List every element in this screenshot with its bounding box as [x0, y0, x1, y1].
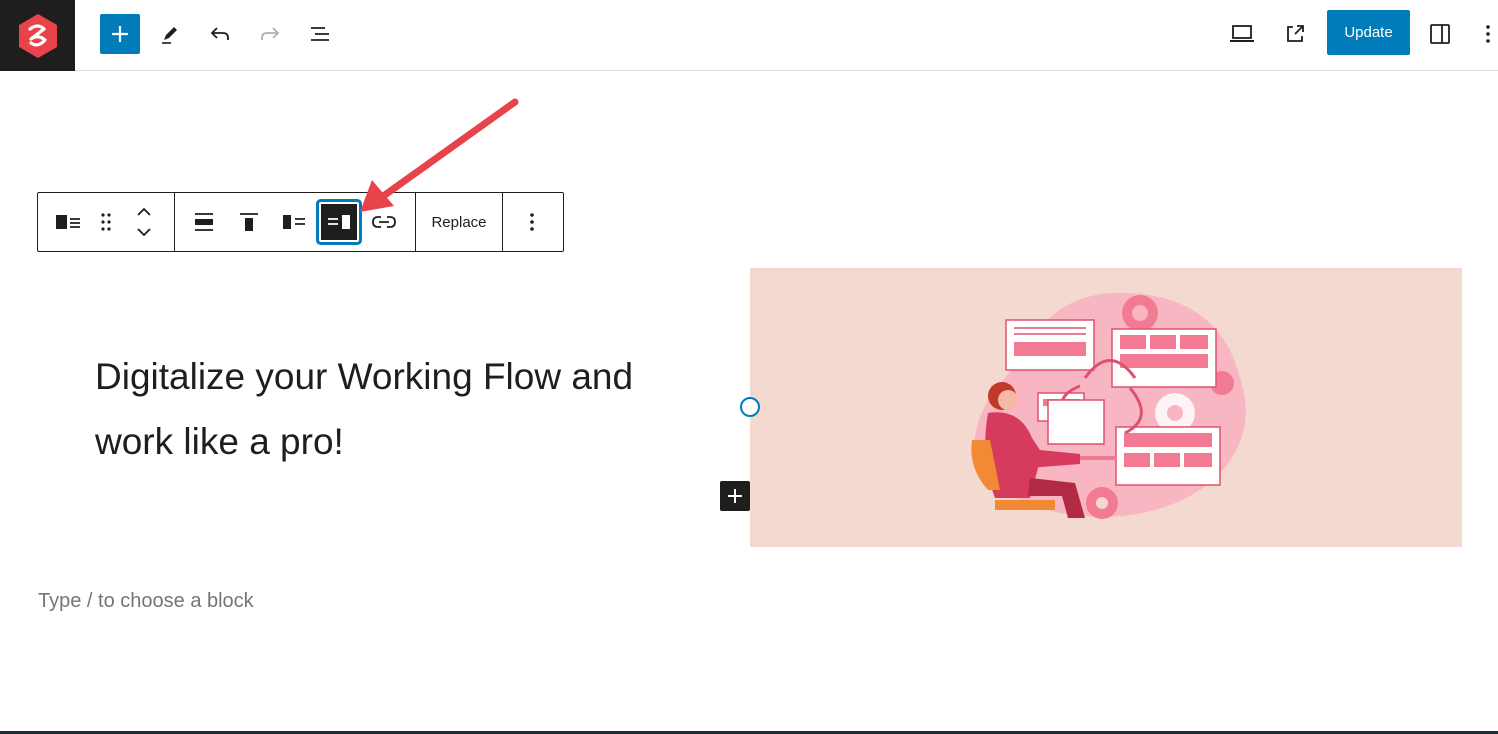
default-block-appender[interactable]: Type / to choose a block — [38, 590, 254, 613]
block-type-button[interactable] — [48, 202, 88, 242]
plus-icon — [112, 26, 128, 42]
more-vertical-icon — [530, 213, 534, 231]
align-top-icon — [240, 213, 258, 231]
options-button[interactable] — [1470, 14, 1498, 54]
media-text-heading[interactable]: Digitalize your Working Flow and work li… — [95, 344, 715, 474]
illustration-image — [971, 292, 1246, 519]
replace-button[interactable]: Replace — [422, 202, 496, 242]
update-button[interactable]: Update — [1327, 10, 1410, 55]
document-overview-button[interactable] — [300, 14, 340, 54]
tools-button[interactable] — [150, 14, 190, 54]
show-media-left-button[interactable] — [274, 202, 314, 242]
align-wide-button[interactable] — [184, 202, 224, 242]
block-inserter-button[interactable] — [100, 14, 140, 54]
show-media-right-button[interactable] — [319, 202, 359, 242]
inline-block-inserter-button[interactable] — [720, 481, 750, 511]
drag-handle-icon — [101, 213, 111, 231]
redo-button[interactable] — [250, 14, 290, 54]
settings-button[interactable] — [1420, 14, 1460, 54]
redo-icon — [261, 27, 280, 40]
sidebar-icon — [1430, 24, 1450, 44]
external-link-icon — [1287, 25, 1304, 42]
pencil-icon — [162, 27, 177, 44]
block-toolbar: Replace — [37, 192, 564, 252]
plus-icon — [728, 489, 742, 503]
drag-handle[interactable] — [88, 202, 124, 242]
move-up-down-buttons[interactable] — [126, 202, 162, 242]
view-post-button[interactable] — [1275, 14, 1315, 54]
preview-button[interactable] — [1222, 14, 1262, 54]
media-image[interactable] — [750, 268, 1462, 547]
undo-button[interactable] — [200, 14, 240, 54]
pull-right-icon — [328, 215, 350, 229]
laptop-icon — [1230, 25, 1254, 42]
media-resize-handle[interactable] — [740, 397, 760, 417]
link-button[interactable] — [364, 202, 404, 242]
site-logo[interactable] — [0, 0, 75, 71]
media-text-icon — [56, 215, 80, 229]
toolbar-divider — [502, 193, 503, 251]
list-view-icon — [311, 27, 329, 41]
block-options-button[interactable] — [512, 202, 552, 242]
align-top-button[interactable] — [229, 202, 269, 242]
undo-icon — [210, 27, 229, 40]
toolbar-divider — [174, 193, 175, 251]
chevron-up-down-icon — [137, 207, 151, 237]
toolbar-divider — [415, 193, 416, 251]
heading-line-2: work like a pro! — [95, 421, 344, 462]
link-icon — [372, 216, 396, 228]
more-vertical-icon — [1486, 25, 1490, 43]
pull-left-icon — [283, 215, 305, 229]
heading-line-1: Digitalize your Working Flow and — [95, 356, 634, 397]
site-logo-icon — [18, 13, 57, 58]
editor-header: Update — [0, 0, 1498, 71]
align-wide-icon — [195, 213, 213, 231]
